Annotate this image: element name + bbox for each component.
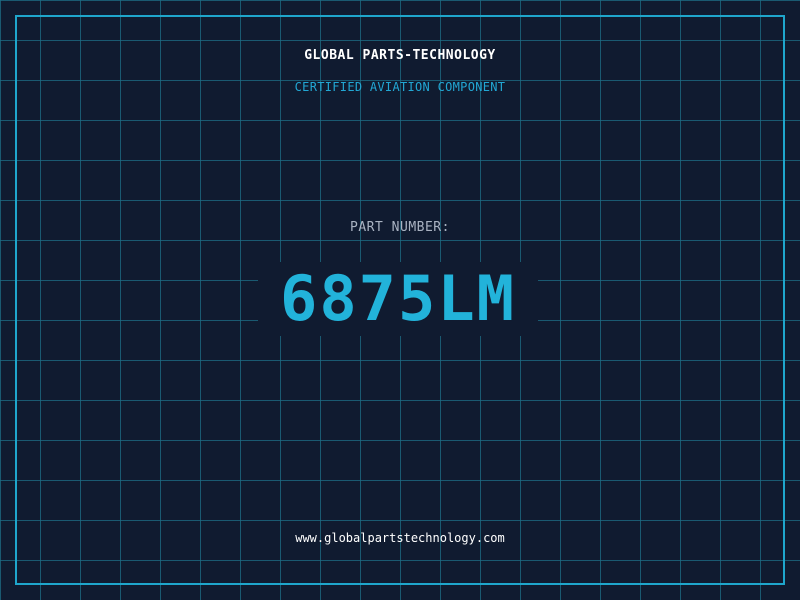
part-number-panel: 6875LM: [258, 262, 538, 336]
part-number-value: 6875LM: [280, 262, 516, 335]
company-name: GLOBAL PARTS-TECHNOLOGY: [304, 48, 496, 63]
tagline: CERTIFIED AVIATION COMPONENT: [294, 80, 506, 94]
part-number-label: PART NUMBER:: [350, 220, 450, 235]
website-url: www.globalpartstechnology.com: [295, 531, 505, 545]
